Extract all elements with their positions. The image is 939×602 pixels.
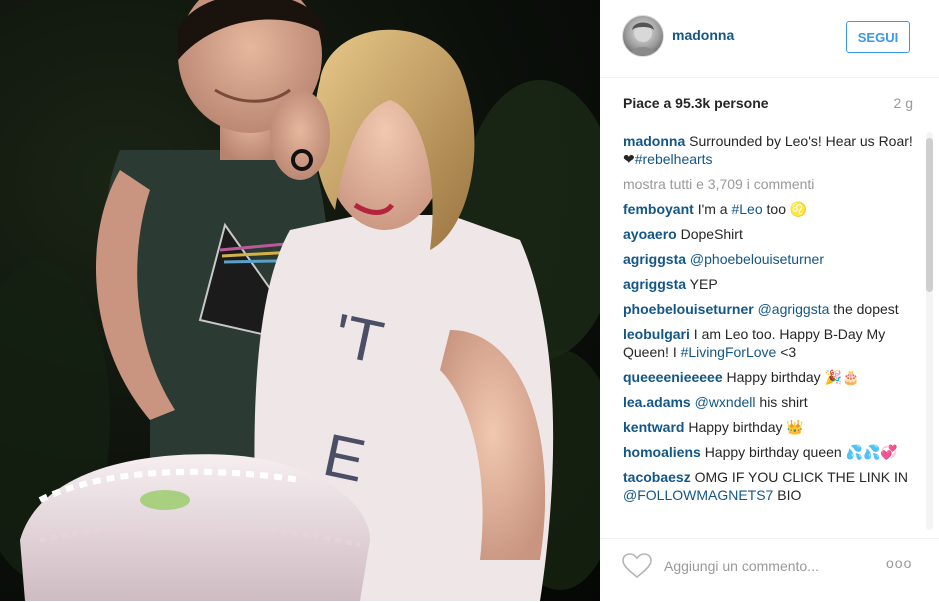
comment-text: OMG IF YOU CLICK THE LINK IN	[694, 469, 909, 485]
comment-text-end: BIO	[773, 487, 802, 503]
comment-username[interactable]: homoaliens	[623, 444, 701, 460]
comment-text-end: the dopest	[829, 301, 899, 317]
comment-text: Happy birthday queen 💦💦💞	[704, 444, 898, 460]
comment-username[interactable]: agriggsta	[623, 251, 686, 267]
more-options-icon[interactable]: ooo	[886, 555, 912, 571]
comment-username[interactable]: leobulgari	[623, 326, 690, 342]
post-window: 'T E madonna SEGUI Piace a 95.3k persone…	[0, 0, 939, 601]
comment-text: Happy birthday 👑	[688, 419, 804, 435]
header-username[interactable]: madonna	[672, 27, 734, 43]
likes-count[interactable]: Piace a 95.3k persone	[623, 95, 769, 111]
comment-text: Happy birthday 🎉🎂	[726, 369, 860, 385]
comments-list: madonna Surrounded by Leo's! Hear us Roa…	[623, 132, 915, 530]
comment-username[interactable]: kentward	[623, 419, 684, 435]
comment-username[interactable]: femboyant	[623, 201, 694, 217]
comment-text: DopeShirt	[680, 226, 743, 242]
comments-scrollbar[interactable]	[926, 138, 933, 292]
comment-item: queeeenieeeee Happy birthday 🎉🎂	[623, 368, 915, 386]
comment-username[interactable]: queeeenieeeee	[623, 369, 723, 385]
post-details-panel: madonna SEGUI Piace a 95.3k persone 2 g …	[600, 0, 939, 601]
comment-item: tacobaesz OMG IF YOU CLICK THE LINK IN @…	[623, 468, 915, 504]
comment-item: kentward Happy birthday 👑	[623, 418, 915, 436]
post-footer: ooo	[600, 538, 939, 602]
add-comment-input[interactable]	[662, 555, 866, 577]
post-age[interactable]: 2 g	[894, 95, 913, 111]
comment-tag[interactable]: @agriggsta	[758, 301, 830, 317]
comment-item: lea.adams @wxndell his shirt	[623, 393, 915, 411]
post-photo[interactable]: 'T E	[0, 0, 600, 601]
comment-item: agriggsta @phoebelouiseturner	[623, 250, 915, 268]
comment-tag[interactable]: @phoebelouiseturner	[690, 251, 824, 267]
comment-item: femboyant I'm a #Leo too ♌	[623, 200, 915, 218]
comment-text-end: <3	[776, 344, 797, 360]
load-more-comments[interactable]: mostra tutti e 3,709 i commenti	[623, 175, 915, 193]
comment-tag[interactable]: #Leo	[731, 201, 762, 217]
avatar[interactable]	[622, 15, 664, 57]
avatar-portrait-icon	[629, 22, 657, 56]
comment-username[interactable]: phoebelouiseturner	[623, 301, 754, 317]
photo-illustration: 'T E	[0, 0, 600, 601]
comment-item: homoaliens Happy birthday queen 💦💦💞	[623, 443, 915, 461]
comment-text: I'm a	[697, 201, 732, 217]
comment-username[interactable]: lea.adams	[623, 394, 691, 410]
caption-hashtag[interactable]: #rebelhearts	[635, 151, 713, 167]
comment-item: phoebelouiseturner @agriggsta the dopest	[623, 300, 915, 318]
comment-text-end: too ♌	[762, 201, 808, 217]
heart-outline-icon[interactable]	[622, 553, 652, 579]
comment-item: agriggsta YEP	[623, 275, 915, 293]
comment-tag[interactable]: @wxndell	[695, 394, 756, 410]
comment-text-end: his shirt	[755, 394, 808, 410]
caption: madonna Surrounded by Leo's! Hear us Roa…	[623, 132, 915, 168]
follow-button[interactable]: SEGUI	[846, 21, 910, 53]
comment-tag[interactable]: #LivingForLove	[681, 344, 777, 360]
likes-row: Piace a 95.3k persone 2 g	[623, 95, 913, 115]
comment-item: leobulgari I am Leo too. Happy B-Day My …	[623, 325, 915, 361]
comment-username[interactable]: agriggsta	[623, 276, 686, 292]
comment-text: YEP	[689, 276, 718, 292]
comment-username[interactable]: tacobaesz	[623, 469, 691, 485]
post-header: madonna SEGUI	[600, 0, 939, 78]
comment-username[interactable]: ayoaero	[623, 226, 677, 242]
comment-item: ayoaero DopeShirt	[623, 225, 915, 243]
comment-tag[interactable]: @FOLLOWMAGNETS7	[623, 487, 773, 503]
caption-username[interactable]: madonna	[623, 133, 685, 149]
